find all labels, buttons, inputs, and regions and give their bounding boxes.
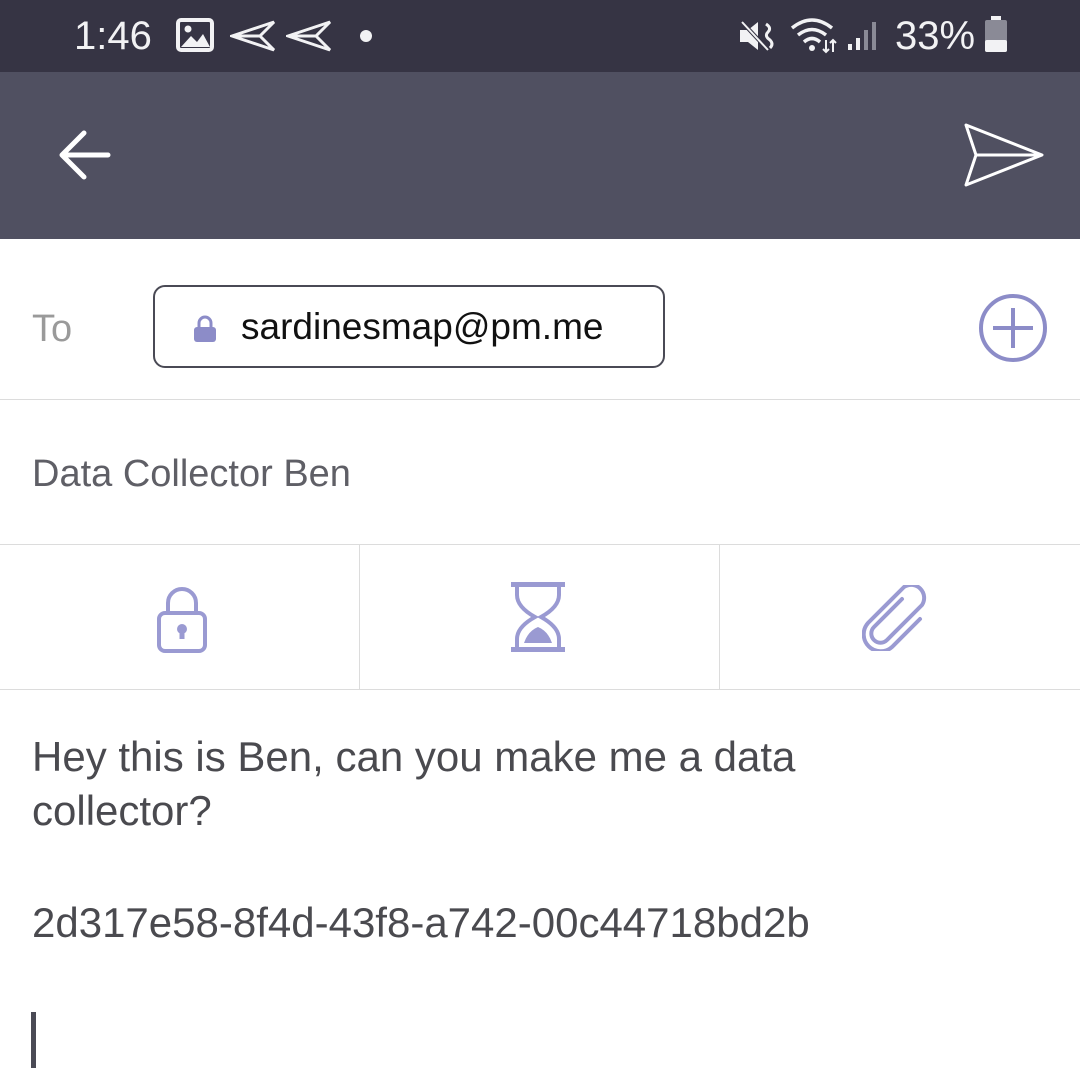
back-arrow-icon[interactable] [58, 130, 112, 180]
hourglass-icon [511, 582, 565, 652]
subject-field[interactable]: Data Collector Ben [32, 450, 351, 498]
wifi-icon [790, 18, 837, 54]
lock-icon [194, 315, 216, 342]
status-time: 1:46 [74, 14, 152, 58]
body-blank-line [32, 838, 1032, 896]
body-line: 2d317e58-8f4d-43f8-a742-00c44718bd2b [32, 899, 810, 946]
body-line: Hey this is Ben, can you make me a data [32, 733, 796, 780]
to-label: To [32, 308, 73, 350]
expiration-button[interactable] [360, 545, 719, 689]
body-line: collector? [32, 787, 212, 834]
recipient-chip[interactable]: sardinesmap@pm.me [153, 285, 665, 368]
send-notification-icon [286, 20, 332, 52]
send-notification-icon [230, 20, 276, 52]
encryption-button[interactable] [0, 545, 359, 689]
mute-icon [740, 20, 774, 52]
status-bar: 1:46 33% [0, 0, 1080, 72]
battery-icon [985, 16, 1007, 52]
message-body[interactable]: Hey this is Ben, can you make me a data … [32, 730, 1032, 950]
battery-percent: 33% [895, 14, 976, 58]
dot-icon [360, 30, 372, 42]
image-icon [176, 18, 214, 52]
recipient-address: sardinesmap@pm.me [241, 306, 604, 347]
lock-icon [157, 587, 207, 653]
send-icon[interactable] [962, 122, 1046, 188]
paperclip-icon [862, 585, 927, 651]
attachment-button[interactable] [720, 545, 1080, 689]
text-cursor [31, 1012, 36, 1068]
signal-icon [848, 22, 876, 50]
add-recipient-icon[interactable] [978, 293, 1048, 363]
app-bar [0, 72, 1080, 239]
